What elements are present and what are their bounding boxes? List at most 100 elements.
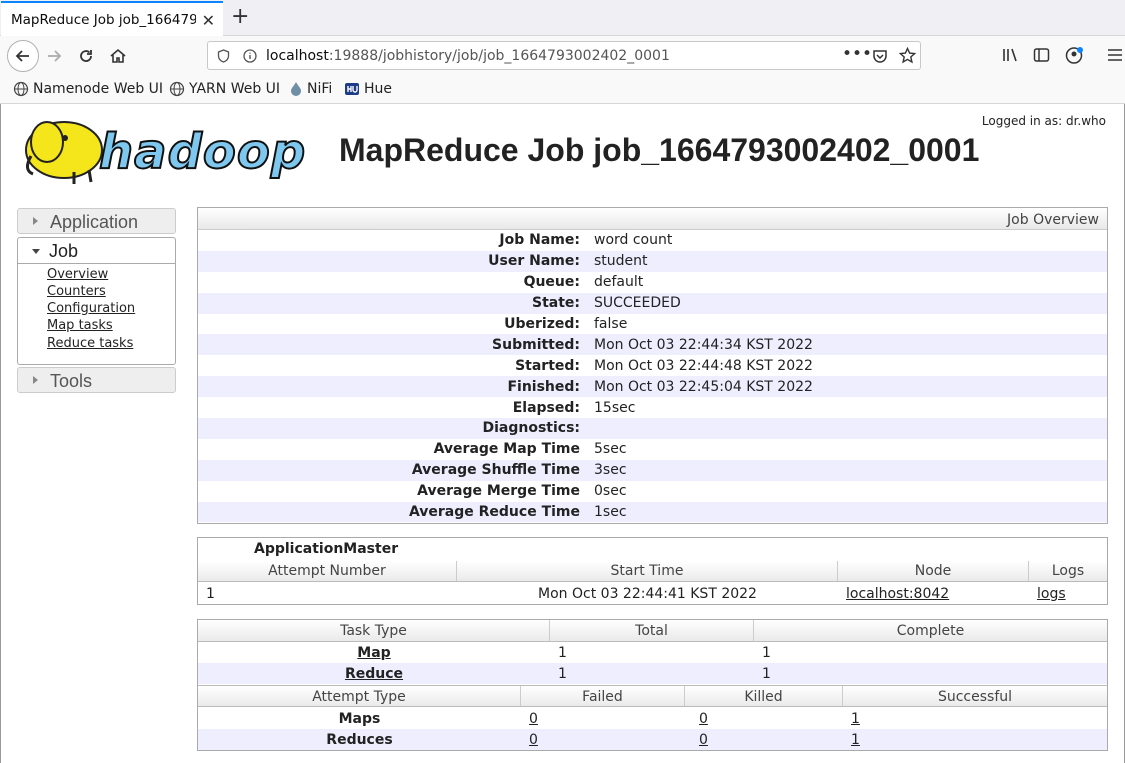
task-row: Reduce 1 1 (198, 663, 1107, 684)
nav-tools[interactable]: Tools (17, 367, 176, 393)
task-summary-table: Task Type Total Complete Map 1 1 Reduce … (197, 619, 1108, 751)
shield-icon[interactable] (217, 49, 230, 63)
pocket-icon[interactable] (872, 48, 888, 64)
bookmark-label: NiFi (307, 81, 333, 97)
overview-label: Average Merge Time (417, 483, 580, 500)
bookmark-label: Namenode Web UI (33, 81, 164, 97)
start-time: Mon Oct 03 22:44:41 KST 2022 (538, 586, 757, 602)
task-total: 1 (558, 645, 567, 661)
overview-value: Mon Oct 03 22:44:48 KST 2022 (594, 357, 813, 374)
hue-icon (345, 83, 359, 95)
killed-reduces-link[interactable]: 0 (699, 732, 708, 748)
new-tab-icon[interactable]: + (231, 4, 249, 29)
page-content: Logged in as: dr.who hadoop Map Reduce Jo… (0, 104, 1125, 763)
globe-icon (13, 81, 29, 97)
nav-link-reduce-tasks[interactable]: Reduce tasks (47, 336, 133, 351)
overview-label: User Name: (488, 253, 580, 270)
globe-icon (169, 81, 185, 97)
overview-row: Average Shuffle Time 3sec (198, 459, 1107, 481)
sidebar-icon[interactable] (1033, 47, 1050, 63)
column-header: Attempt Number (198, 561, 457, 581)
column-header: Task Type (198, 620, 550, 641)
logo-text: hadoop (98, 123, 307, 181)
overview-value: Mon Oct 03 22:44:34 KST 2022 (594, 336, 813, 353)
successful-maps-link[interactable]: 1 (851, 711, 860, 727)
overview-label: Average Reduce Time (408, 504, 580, 521)
forward-button[interactable] (40, 42, 68, 70)
collapse-arrow-icon (32, 249, 40, 254)
overview-row: Queue: default (198, 272, 1107, 293)
overview-value: false (594, 316, 628, 332)
overview-value: 0sec (594, 483, 627, 500)
bookmark-hue[interactable]: Hue (344, 81, 392, 97)
logs-link[interactable]: logs (1037, 586, 1066, 602)
reload-button[interactable] (72, 42, 100, 70)
column-header: Complete (896, 623, 965, 639)
job-overview-table: Job Overview Job Name: word count User Na… (197, 207, 1108, 524)
attempt-row: Maps 0 0 1 (198, 708, 1107, 729)
overview-label: Elapsed: (512, 399, 580, 416)
bookmark-yarn[interactable]: YARN Web UI (169, 81, 280, 97)
forward-arrow-icon (48, 50, 62, 62)
column-header: Logs (1051, 563, 1085, 579)
overview-row: Average Merge Time 0sec (198, 481, 1107, 502)
attempt-header-row: Attempt Type Failed Killed Successful (198, 685, 1107, 707)
column-header: Killed (685, 686, 843, 706)
url-text: localhost:19888/jobhistory/job/job_16647… (266, 48, 670, 64)
task-complete: 1 (762, 666, 771, 682)
home-button[interactable] (104, 42, 132, 70)
map-tasks-link[interactable]: Map (357, 645, 390, 661)
back-arrow-icon (15, 50, 29, 62)
back-button[interactable] (7, 40, 39, 72)
nav-job-header[interactable]: Job (18, 238, 175, 264)
info-icon[interactable] (243, 49, 257, 63)
nav-application[interactable]: Application (17, 208, 176, 234)
menu-icon[interactable] (1107, 47, 1123, 63)
column-header: Successful (937, 689, 1013, 705)
overview-label: Submitted: (492, 336, 580, 353)
url-host: localhost (266, 48, 329, 64)
bookmark-nifi[interactable]: NiFi (289, 81, 332, 97)
nav-link-counters[interactable]: Counters (47, 284, 106, 299)
overview-label: Queue: (523, 274, 580, 291)
bookmark-namenode[interactable]: Namenode Web UI (13, 81, 163, 97)
node-link[interactable]: localhost:8042 (846, 586, 949, 602)
task-total: 1 (558, 666, 567, 682)
nifi-drop-icon (291, 82, 301, 96)
bookmark-star-icon[interactable] (899, 47, 916, 64)
account-icon[interactable] (1065, 46, 1084, 65)
url-bar[interactable]: localhost:19888/jobhistory/job/job_16647… (207, 41, 921, 70)
navigation-toolbar: localhost:19888/jobhistory/job/job_16647… (0, 36, 1125, 74)
expand-arrow-icon (33, 217, 38, 225)
am-header-row: Attempt Number Start Time Node Logs (198, 561, 1107, 582)
application-master-table: ApplicationMaster Attempt Number Start T… (197, 537, 1108, 605)
reload-icon (80, 50, 92, 62)
page-actions-icon[interactable]: ••• (842, 44, 872, 64)
overview-row: Uberized: false (198, 314, 1107, 335)
nav-link-overview[interactable]: Overview (47, 267, 108, 282)
overview-value: 1sec (594, 504, 627, 521)
nav-link-map-tasks[interactable]: Map tasks (47, 318, 113, 333)
column-header: Total (550, 620, 754, 641)
logged-in-label: Logged in as: dr.who (981, 114, 1106, 128)
nav-tools-label: Tools (50, 371, 93, 391)
close-tab-icon[interactable]: ✕ (202, 11, 215, 30)
killed-maps-link[interactable]: 0 (699, 711, 708, 727)
successful-reduces-link[interactable]: 1 (851, 732, 860, 748)
reduce-tasks-link[interactable]: Reduce (345, 666, 403, 682)
expand-arrow-icon (33, 376, 38, 384)
bookmark-label: YARN Web UI (189, 81, 281, 97)
failed-maps-link[interactable]: 0 (529, 711, 538, 727)
browser-tab[interactable]: MapReduce Job job_1664793002402_0001 ✕ (1, 1, 223, 36)
bookmark-label: Hue (364, 81, 393, 97)
library-icon[interactable] (1002, 47, 1020, 63)
task-complete: 1 (762, 645, 771, 661)
overview-row: Finished: Mon Oct 03 22:45:04 KST 2022 (198, 376, 1107, 398)
failed-reduces-link[interactable]: 0 (529, 732, 538, 748)
overview-row: Started: Mon Oct 03 22:44:48 KST 2022 (198, 355, 1107, 376)
nav-link-configuration[interactable]: Configuration (47, 301, 135, 316)
attempt-type: Maps (338, 711, 381, 727)
task-row: Map 1 1 (198, 642, 1107, 663)
bookmarks-toolbar: Namenode Web UI YARN Web UI NiFi Hue (0, 74, 1125, 104)
column-header: Failed (521, 686, 685, 706)
